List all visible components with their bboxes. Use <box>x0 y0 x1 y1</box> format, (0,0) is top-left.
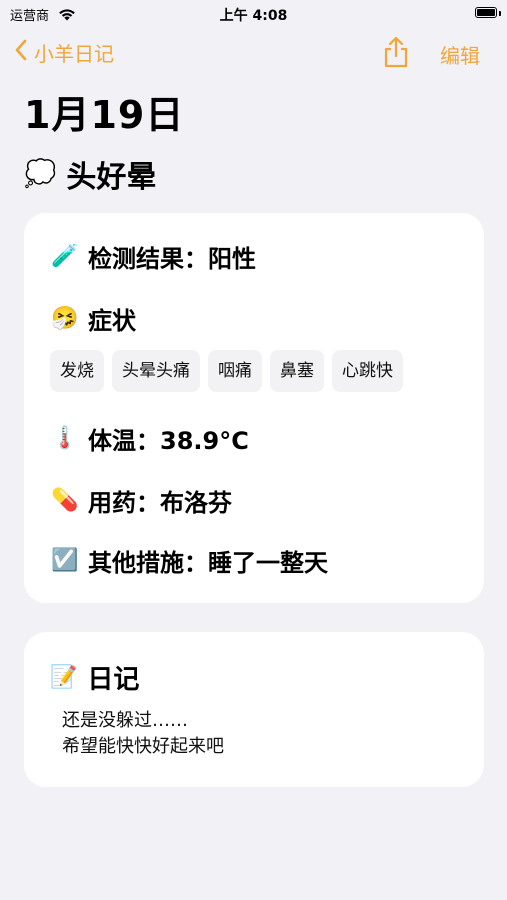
page-title: 1月19日 <box>24 93 185 137</box>
diary-line: 希望能快快好起来吧 <box>62 736 224 757</box>
test-result-row: 🧪 检测结果：阳性 <box>50 239 256 274</box>
symptom-tag: 发烧 <box>50 350 104 392</box>
sneezing-face-icon: 🤧 <box>51 306 79 331</box>
status-time: 上午 4:08 <box>219 8 288 24</box>
battery-nub <box>499 11 501 16</box>
medicine-row: 💊 用药：布洛芬 <box>50 483 232 518</box>
thermometer-icon: 🌡️ <box>51 426 79 451</box>
symptoms-label: 症状 <box>88 307 136 335</box>
battery-icon <box>475 7 497 18</box>
mood-title: 头好晕 <box>66 160 157 195</box>
nav-bar: 小羊日记 编辑 <box>0 34 507 74</box>
chevron-left-icon <box>14 38 28 67</box>
pill-icon: 💊 <box>51 488 79 513</box>
checkbox-icon: ☑️ <box>51 548 79 573</box>
diary-title: 日记 <box>87 665 140 695</box>
edit-button[interactable]: 编辑 <box>440 40 480 69</box>
diary-heading: 📝 日记 <box>50 659 139 696</box>
diary-line: 还是没躲过…… <box>62 710 188 731</box>
share-button[interactable] <box>382 36 410 68</box>
test-tube-icon: 🧪 <box>51 244 79 269</box>
symptom-tag: 心跳快 <box>332 350 403 392</box>
medicine-label: 用药：布洛芬 <box>88 489 232 517</box>
status-bar: 运营商 上午 4:08 <box>0 0 507 28</box>
mood-row: 💭 头好晕 <box>24 152 156 196</box>
symptom-tag: 头晕头痛 <box>112 350 200 392</box>
back-button[interactable]: 小羊日记 <box>14 34 114 70</box>
other-measures-label: 其他措施：睡了一整天 <box>88 549 328 577</box>
thought-bubble-icon: 💭 <box>24 159 57 189</box>
symptom-tag: 鼻塞 <box>270 350 324 392</box>
temperature-row: 🌡️ 体温：38.9°C <box>50 421 249 456</box>
symptom-tag: 咽痛 <box>208 350 262 392</box>
memo-icon: 📝 <box>50 665 78 690</box>
back-button-label: 小羊日记 <box>34 41 114 66</box>
temperature-label: 体温：38.9°C <box>88 427 249 455</box>
diary-card: 📝 日记 还是没躲过…… 希望能快快好起来吧 <box>24 632 484 787</box>
other-measures-row: ☑️ 其他措施：睡了一整天 <box>50 543 328 578</box>
symptoms-row: 🤧 症状 <box>50 301 136 336</box>
details-card: 🧪 检测结果：阳性 🤧 症状 发烧 头晕头痛 咽痛 鼻塞 心跳快 🌡️ 体温：3… <box>24 213 484 603</box>
symptom-tags: 发烧 头晕头痛 咽痛 鼻塞 心跳快 <box>50 350 403 392</box>
test-result-label: 检测结果：阳性 <box>88 245 256 273</box>
share-icon <box>382 36 410 72</box>
diary-body: 还是没躲过…… 希望能快快好起来吧 <box>62 708 224 760</box>
